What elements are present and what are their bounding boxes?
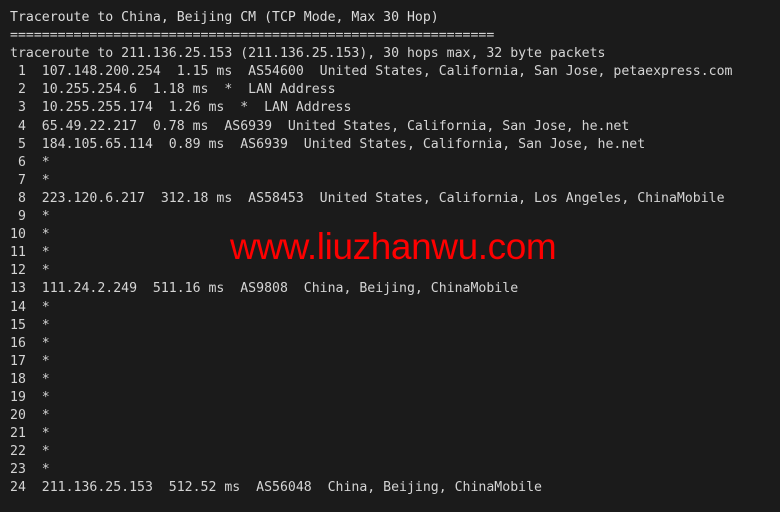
hop-row: 12 * [10,263,50,279]
hop-row: 22 * [10,444,50,460]
hop-row: 7 * [10,172,50,188]
hop-row: 24 211.136.25.153 512.52 ms AS56048 Chin… [10,480,542,496]
hop-row: 15 * [10,317,50,333]
hop-row: 1 107.148.200.254 1.15 ms AS54600 United… [10,64,733,80]
hop-row: 16 * [10,335,50,351]
hop-row: 8 223.120.6.217 312.18 ms AS58453 United… [10,190,725,206]
hop-row: 9 * [10,209,50,225]
traceroute-header: traceroute to 211.136.25.153 (211.136.25… [10,46,606,62]
hop-row: 3 10.255.255.174 1.26 ms * LAN Address [10,100,352,116]
hop-row: 11 * [10,245,50,261]
hop-row: 19 * [10,389,50,405]
hop-row: 6 * [10,154,50,170]
hop-row: 20 * [10,408,50,424]
hop-row: 23 * [10,462,50,478]
hop-row: 10 * [10,227,50,243]
hop-row: 5 184.105.65.114 0.89 ms AS6939 United S… [10,136,646,152]
hop-row: 21 * [10,426,50,442]
traceroute-title: Traceroute to China, Beijing CM (TCP Mod… [10,10,439,25]
terminal-window[interactable]: Traceroute to China, Beijing CM (TCP Mod… [0,0,780,512]
hop-row: 4 65.49.22.217 0.78 ms AS6939 United Sta… [10,118,630,134]
hop-row: 13 111.24.2.249 511.16 ms AS9808 China, … [10,281,519,297]
separator-rule: ========================================… [10,28,495,44]
hop-row: 18 * [10,371,50,387]
hop-row: 2 10.255.254.6 1.18 ms * LAN Address [10,82,336,98]
hop-row: 14 * [10,299,50,315]
hop-list: 1 107.148.200.254 1.15 ms AS54600 United… [10,63,780,497]
hop-row: 17 * [10,353,50,369]
